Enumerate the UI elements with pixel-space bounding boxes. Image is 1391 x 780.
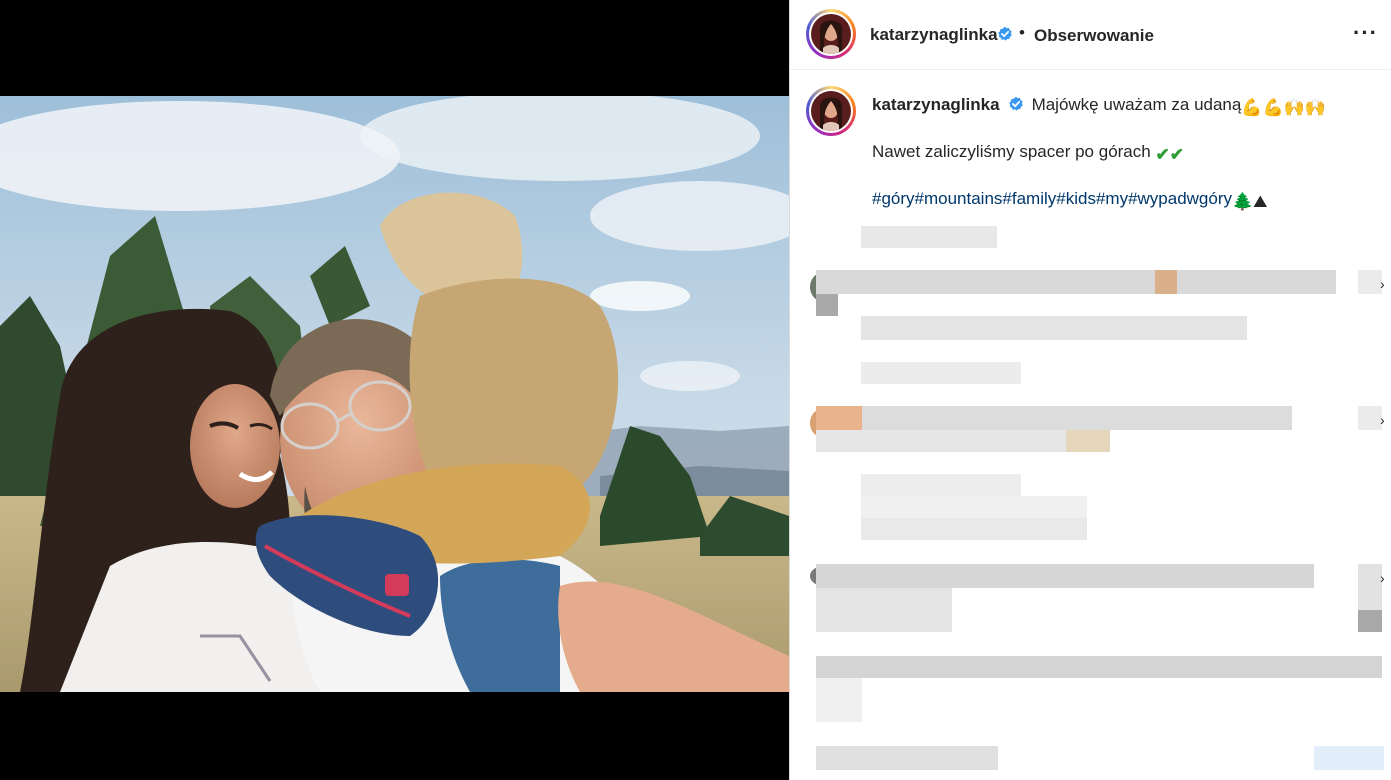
- header-separator: •: [1019, 23, 1025, 42]
- avatar-image: [811, 91, 851, 131]
- author-username[interactable]: katarzynaglinka: [870, 25, 998, 45]
- blurred-block: [816, 656, 1382, 678]
- caption-author-avatar[interactable]: [806, 86, 856, 136]
- blurred-block: [861, 362, 1021, 384]
- post-photo[interactable]: [0, 96, 789, 692]
- blurred-block: [816, 588, 952, 632]
- blurred-block: [816, 564, 1314, 588]
- caption-text-2: Nawet zaliczyliśmy spacer po górach: [872, 142, 1151, 161]
- blurred-block: [816, 678, 862, 722]
- chevron-right-icon[interactable]: ›: [1380, 570, 1385, 586]
- author-avatar[interactable]: [806, 9, 856, 59]
- blurred-block: [1358, 270, 1382, 294]
- caption-line-1: katarzynaglinka Majówkę uważam za udaną💪…: [872, 94, 1372, 119]
- blurred-block: [861, 474, 1021, 496]
- blurred-block: [1066, 430, 1110, 452]
- blurred-block: [861, 226, 997, 248]
- blurred-block: [861, 316, 1247, 340]
- blurred-block: [1358, 406, 1382, 430]
- blurred-block: [1358, 610, 1382, 632]
- family-selfie-image: [0, 96, 789, 692]
- blurred-block: [861, 518, 1087, 540]
- blurred-block: [816, 294, 838, 316]
- chevron-right-icon[interactable]: ›: [1380, 412, 1385, 428]
- blurred-block: [1314, 746, 1384, 770]
- blurred-block: [861, 496, 1087, 518]
- verified-badge-icon: [998, 26, 1012, 41]
- tree-mountain-emoji: 🌲⛰: [1232, 192, 1268, 211]
- hashtag-links[interactable]: #góry#mountains#family#kids#my#wypadwgór…: [872, 189, 1232, 208]
- post-side-panel: katarzynaglinka • Obserwowanie ··· katar…: [789, 0, 1391, 780]
- blurred-block: [816, 746, 998, 770]
- caption-line-2: Nawet zaliczyliśmy spacer po górach ✔✔: [872, 141, 1372, 166]
- following-button[interactable]: Obserwowanie: [1034, 26, 1154, 46]
- avatar-image: [811, 14, 851, 54]
- blurred-block: [816, 406, 1292, 430]
- caption-username[interactable]: katarzynaglinka: [872, 95, 1000, 114]
- more-options-icon[interactable]: ···: [1353, 20, 1378, 46]
- blurred-block: [816, 406, 862, 430]
- post-media[interactable]: [0, 0, 789, 780]
- chevron-right-icon[interactable]: ›: [1380, 276, 1385, 292]
- blurred-block: [816, 270, 1336, 294]
- caption-hashtags: #góry#mountains#family#kids#my#wypadwgór…: [872, 188, 1372, 213]
- post-header: katarzynaglinka • Obserwowanie ···: [790, 0, 1391, 70]
- blurred-block: [1155, 270, 1177, 294]
- check-mark-emoji: ✔✔: [1155, 145, 1184, 164]
- post-caption: katarzynaglinka Majówkę uważam za udaną💪…: [872, 94, 1372, 213]
- flexed-biceps-raised-hands-emoji: 💪💪🙌🙌: [1241, 98, 1327, 117]
- caption-text-1: Majówkę uważam za udaną: [1031, 95, 1242, 114]
- verified-badge-icon: [1008, 96, 1023, 111]
